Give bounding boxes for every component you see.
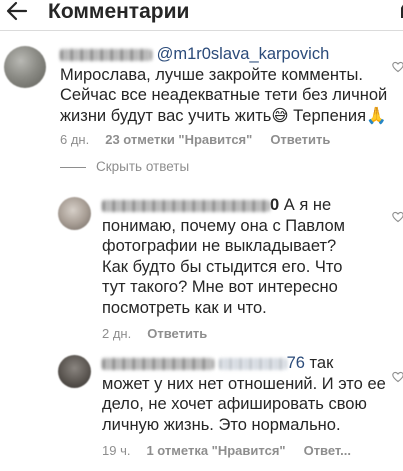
hide-replies-label: Скрыть ответы bbox=[96, 159, 190, 174]
avatar[interactable] bbox=[58, 355, 91, 388]
top-bar: Комментарии bbox=[0, 0, 403, 31]
heart-icon[interactable] bbox=[392, 60, 403, 73]
username-blurred[interactable] bbox=[102, 199, 270, 212]
reply-button[interactable]: Ответить bbox=[270, 132, 330, 147]
comment-text-line: тут такого? Мне вот интересно bbox=[102, 278, 338, 296]
hide-replies-button[interactable]: Скрыть ответы bbox=[60, 159, 189, 174]
avatar[interactable] bbox=[58, 197, 91, 230]
comment-time: 6 дн. bbox=[60, 132, 90, 147]
comment-text-line: может у них нет отношений. И это ее bbox=[102, 374, 386, 393]
username-blurred[interactable] bbox=[60, 48, 152, 61]
comment-text-line: жизни будут вас учить жить😅 Терпения🙏 bbox=[60, 106, 387, 125]
filter-icon[interactable] bbox=[393, 0, 403, 20]
comment-text-line: понимаю, почему она с Павлом bbox=[102, 216, 346, 235]
comment-time: 19 ч. bbox=[102, 443, 131, 458]
likes-count-link[interactable]: 23 отметки "Нравится" bbox=[105, 132, 252, 147]
avatar[interactable] bbox=[4, 46, 46, 88]
comment-text-line: дело, не хочет афишировать свою bbox=[102, 395, 367, 413]
comment-meta: 6 дн. 23 отметки "Нравится" Ответить bbox=[60, 132, 390, 147]
comment-text-line: фотографии не выкладывает? bbox=[102, 237, 337, 255]
reply-comment: 76 так может у них нет отношений. И это … bbox=[102, 353, 392, 458]
arrow-left-icon[interactable] bbox=[4, 0, 30, 24]
comment-text-line: Как будто бы стыдится его. Что bbox=[102, 257, 343, 276]
page-title: Комментарии bbox=[48, 0, 190, 23]
mention-blurred[interactable] bbox=[218, 357, 287, 370]
reply-comment: 0 А я не понимаю, почему она с Павлом фо… bbox=[102, 195, 392, 341]
divider bbox=[60, 166, 86, 168]
comment: @m1r0slava_karpovich Мирослава, лучше за… bbox=[60, 44, 390, 147]
reply-button[interactable]: Ответ... bbox=[304, 443, 351, 458]
username-tail[interactable]: 0 bbox=[270, 196, 279, 214]
comment-text-line: Мирослава, лучше закройте комменты. bbox=[60, 65, 363, 84]
comment-text-line: посмотреть как и что. bbox=[102, 298, 267, 317]
mention-tail[interactable]: 76 bbox=[287, 354, 305, 372]
comment-text-line: Сейчас все неадекватные тети без личной bbox=[60, 86, 388, 104]
comment-text-line: А я не bbox=[283, 196, 332, 214]
heart-icon[interactable] bbox=[392, 370, 403, 383]
comment-text-line: так bbox=[309, 354, 334, 372]
heart-icon[interactable] bbox=[392, 210, 403, 223]
mention-link[interactable]: @m1r0slava_karpovich bbox=[157, 45, 330, 63]
comment-meta: 2 дн. Ответить bbox=[102, 326, 392, 341]
comment-text-line: личную жизнь. Это нормально. bbox=[102, 415, 341, 434]
comment-meta: 19 ч. 1 отметка "Нравится" Ответ... bbox=[102, 443, 392, 458]
reply-button[interactable]: Ответить bbox=[147, 326, 207, 341]
username-blurred[interactable] bbox=[102, 357, 214, 370]
likes-count-link[interactable]: 1 отметка "Нравится" bbox=[146, 443, 285, 458]
comment-time: 2 дн. bbox=[102, 326, 132, 341]
